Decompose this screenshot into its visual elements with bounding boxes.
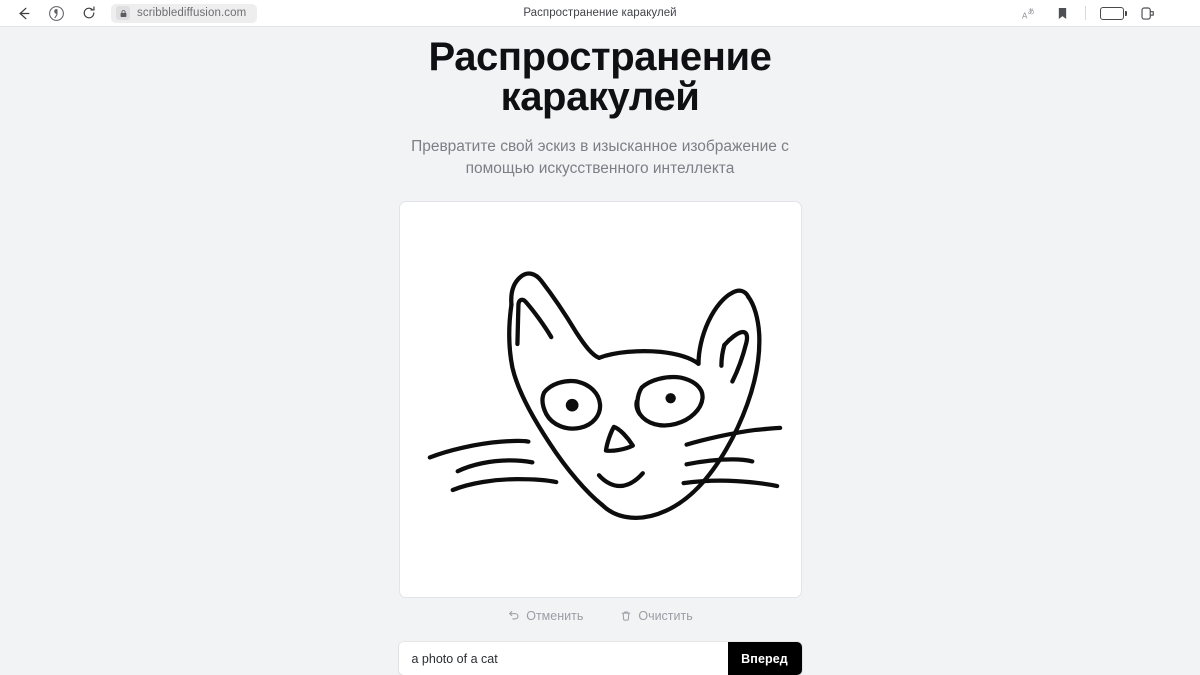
- prompt-input[interactable]: [398, 642, 728, 675]
- key-tab-icon[interactable]: [1138, 4, 1156, 22]
- browser-toolbar: scribblediffusion.com Распространение ка…: [0, 0, 1200, 27]
- undo-arrow-icon: [507, 610, 520, 623]
- undo-button[interactable]: Отменить: [507, 609, 583, 623]
- translate-icon[interactable]: A あ: [1021, 4, 1039, 22]
- trash-icon: [619, 610, 632, 623]
- scribble-canvas[interactable]: [398, 201, 802, 598]
- back-arrow-icon[interactable]: [14, 4, 32, 22]
- battery-icon: [1100, 6, 1127, 20]
- browser-right-controls: A あ: [1021, 4, 1186, 22]
- lock-icon: [116, 6, 130, 20]
- url-text: scribblediffusion.com: [137, 7, 247, 19]
- undo-label: Отменить: [526, 609, 584, 624]
- page-content: Распространение каракулей Превратите сво…: [0, 27, 1200, 675]
- prompt-row: Вперед: [398, 642, 802, 675]
- yandex-logo-icon[interactable]: [47, 4, 65, 22]
- page-title: Распространение каракулей: [428, 35, 772, 119]
- page-subtitle: Превратите свой эскиз в изысканное изобр…: [411, 138, 789, 177]
- reload-icon[interactable]: [80, 4, 98, 22]
- address-bar[interactable]: scribblediffusion.com: [111, 3, 258, 23]
- svg-text:あ: あ: [1028, 7, 1035, 15]
- cat-face-sketch: [427, 271, 782, 520]
- browser-nav-group: [14, 4, 98, 22]
- bookmark-icon[interactable]: [1053, 4, 1071, 22]
- submit-button[interactable]: Вперед: [727, 642, 802, 675]
- clear-label: Очистить: [638, 609, 693, 624]
- clear-button[interactable]: Очистить: [619, 609, 693, 624]
- toolbar-divider: [1085, 6, 1086, 20]
- canvas-tool-row: Отменить Очистить: [399, 604, 802, 630]
